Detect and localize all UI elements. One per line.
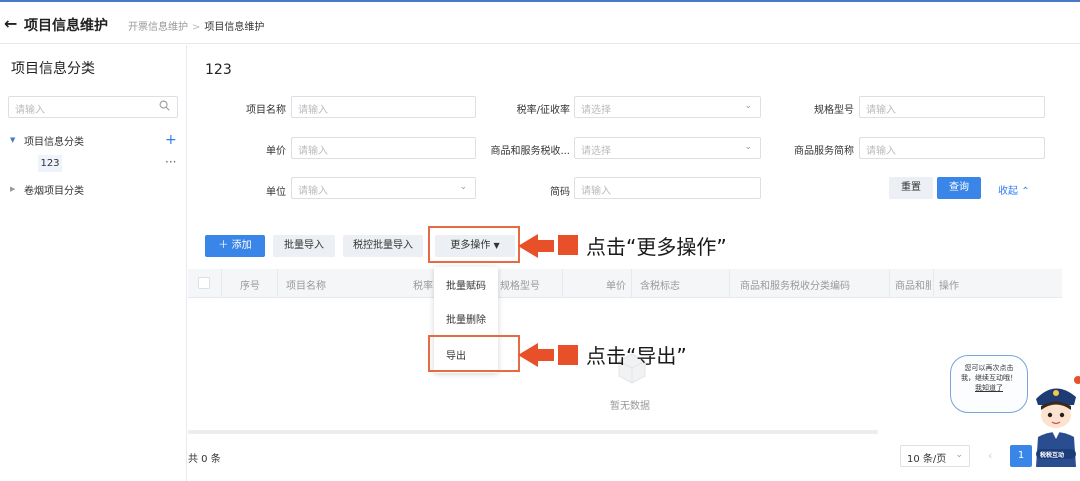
column-divider (933, 269, 934, 298)
plus-icon: ＋ (218, 240, 229, 251)
tax-rate-select[interactable]: 请选择 ⌄ (574, 96, 761, 118)
tree-node-cigarette-category[interactable]: 卷烟项目分类 (24, 182, 84, 197)
arrow-left-icon[interactable]: ← (4, 14, 17, 33)
column-header-project-name: 项目名称 (286, 281, 326, 292)
column-header-index: 序号 (240, 281, 260, 292)
column-divider (729, 269, 730, 298)
menu-item-batch-delete[interactable]: 批量删除 (446, 311, 486, 326)
short-code-input[interactable]: 请输入 (574, 177, 761, 199)
highlight-export (428, 335, 520, 372)
goods-tax-code-select[interactable]: 请选择 ⌄ (574, 137, 761, 159)
goods-short-input[interactable]: 请输入 (859, 137, 1045, 159)
table-header: 序号 项目名称 税率 规格型号 单价 含税标志 商品和服务税收分类编码 商品和服… (188, 269, 1062, 298)
reset-button[interactable]: 重置 (889, 177, 933, 199)
column-divider (221, 269, 222, 298)
more-icon[interactable]: ··· (165, 155, 176, 169)
page-size-select[interactable]: 10 条/页 ⌄ (900, 445, 970, 467)
annotation-export: 点击“导出” (586, 344, 687, 368)
bubble-line-2: 我，继续互动哦！ (961, 374, 1017, 382)
column-header-tax-included: 含税标志 (640, 281, 680, 292)
tax-rate-placeholder: 请选择 (581, 105, 611, 116)
column-header-spec-model: 规格型号 (500, 281, 540, 292)
label-project-name: 项目名称 (246, 105, 286, 116)
label-spec-model: 规格型号 (814, 105, 854, 116)
page-number-current[interactable]: 1 (1010, 445, 1032, 467)
column-divider (631, 269, 632, 298)
breadcrumb: 开票信息维护 > 项目信息维护 (128, 18, 264, 33)
column-header-goods-tax-code: 商品和服务税收分类编码 (740, 281, 850, 292)
column-divider (562, 269, 563, 298)
chevron-down-icon: ⌄ (744, 101, 752, 111)
column-divider (277, 269, 278, 298)
caret-down-icon[interactable]: ▼ (10, 136, 15, 144)
add-category-icon[interactable]: + (165, 132, 177, 148)
label-tax-rate: 税率/征收率 (516, 105, 570, 116)
prev-page-icon[interactable]: ‹ (988, 449, 992, 462)
query-button[interactable]: 查询 (937, 177, 981, 199)
unit-price-input[interactable]: 请输入 (291, 137, 476, 159)
page-header: ← 项目信息维护 开票信息维护 > 项目信息维护 (0, 4, 1080, 44)
page-size-value: 10 条/页 (907, 454, 947, 465)
unit-select[interactable]: 请输入 ⌄ (291, 177, 476, 199)
app-frame: ← 项目信息维护 开票信息维护 > 项目信息维护 项目信息分类 请输入 ▼ 项目信息… (0, 0, 1080, 481)
column-header-actions: 操作 (939, 281, 959, 292)
breadcrumb-separator: > (192, 22, 201, 33)
menu-item-batch-code[interactable]: 批量赋码 (446, 277, 486, 292)
unit-placeholder: 请输入 (298, 186, 328, 197)
notification-dot (1074, 376, 1080, 384)
breadcrumb-item-current: 项目信息维护 (204, 22, 265, 33)
annotation-marker (558, 235, 578, 255)
horizontal-scrollbar[interactable] (188, 430, 878, 434)
label-unit: 单位 (266, 187, 286, 198)
label-goods-tax-code: 商品和服务税收... (490, 146, 570, 157)
label-goods-short: 商品服务简称 (794, 146, 854, 157)
breadcrumb-item-parent[interactable]: 开票信息维护 (128, 22, 188, 33)
chevron-up-icon: ⌃ (1021, 186, 1030, 197)
column-divider (889, 269, 890, 298)
caret-right-icon[interactable]: ▶ (10, 185, 15, 193)
collapse-label: 收起 (998, 186, 1018, 197)
empty-state-text: 暂无数据 (610, 401, 650, 412)
sidebar-title: 项目信息分类 (11, 61, 95, 77)
page-title: 项目信息维护 (24, 18, 108, 34)
select-all-checkbox[interactable] (198, 277, 210, 289)
search-icon[interactable] (159, 100, 170, 111)
annotation-more-operations: 点击“更多操作” (586, 235, 727, 259)
project-name-input[interactable]: 请输入 (291, 96, 476, 118)
category-title: 123 (205, 62, 232, 78)
chevron-down-icon: ⌄ (459, 182, 467, 192)
tax-batch-import-button[interactable]: 税控批量导入 (343, 235, 423, 257)
batch-import-button[interactable]: 批量导入 (273, 235, 335, 257)
add-button[interactable]: ＋ 添加 (205, 235, 265, 257)
label-short-code: 简码 (550, 187, 570, 198)
column-header-tax-rate: 税率 (413, 281, 433, 292)
category-sidebar: 项目信息分类 请输入 ▼ 项目信息分类 + 123 ··· ▶ 卷烟项目分类 (0, 45, 187, 481)
add-label: 添加 (231, 240, 252, 251)
highlight-more-operations (428, 226, 520, 263)
main-content: 123 项目名称 请输入 税率/征收率 请选择 ⌄ 规格型号 请输入 单价 请输… (188, 45, 1080, 481)
total-count: 共 0 条 (188, 454, 221, 465)
sidebar-search-input[interactable]: 请输入 (8, 96, 178, 118)
spec-model-input[interactable]: 请输入 (859, 96, 1045, 118)
goods-tax-code-placeholder: 请选择 (581, 146, 611, 157)
column-header-goods-short: 商品和服 (895, 281, 931, 292)
bubble-line-1: 您可以再次点击 (964, 364, 1014, 372)
bubble-dismiss-link[interactable]: 我知道了 (951, 383, 1027, 393)
label-unit-price: 单价 (266, 146, 286, 157)
assistant-badge: 税税互动 (1040, 452, 1065, 459)
chevron-down-icon: ⌄ (955, 450, 963, 460)
tree-node-123[interactable]: 123 (38, 155, 62, 172)
chevron-down-icon: ⌄ (744, 142, 752, 152)
tree-node-project-category[interactable]: 项目信息分类 (24, 133, 84, 148)
column-header-unit-price: 单价 (606, 281, 626, 292)
collapse-link[interactable]: 收起 ⌃ (998, 182, 1030, 197)
assistant-speech-bubble[interactable]: 您可以再次点击 我，继续互动哦！ 我知道了 (950, 355, 1028, 413)
annotation-marker (558, 345, 578, 365)
